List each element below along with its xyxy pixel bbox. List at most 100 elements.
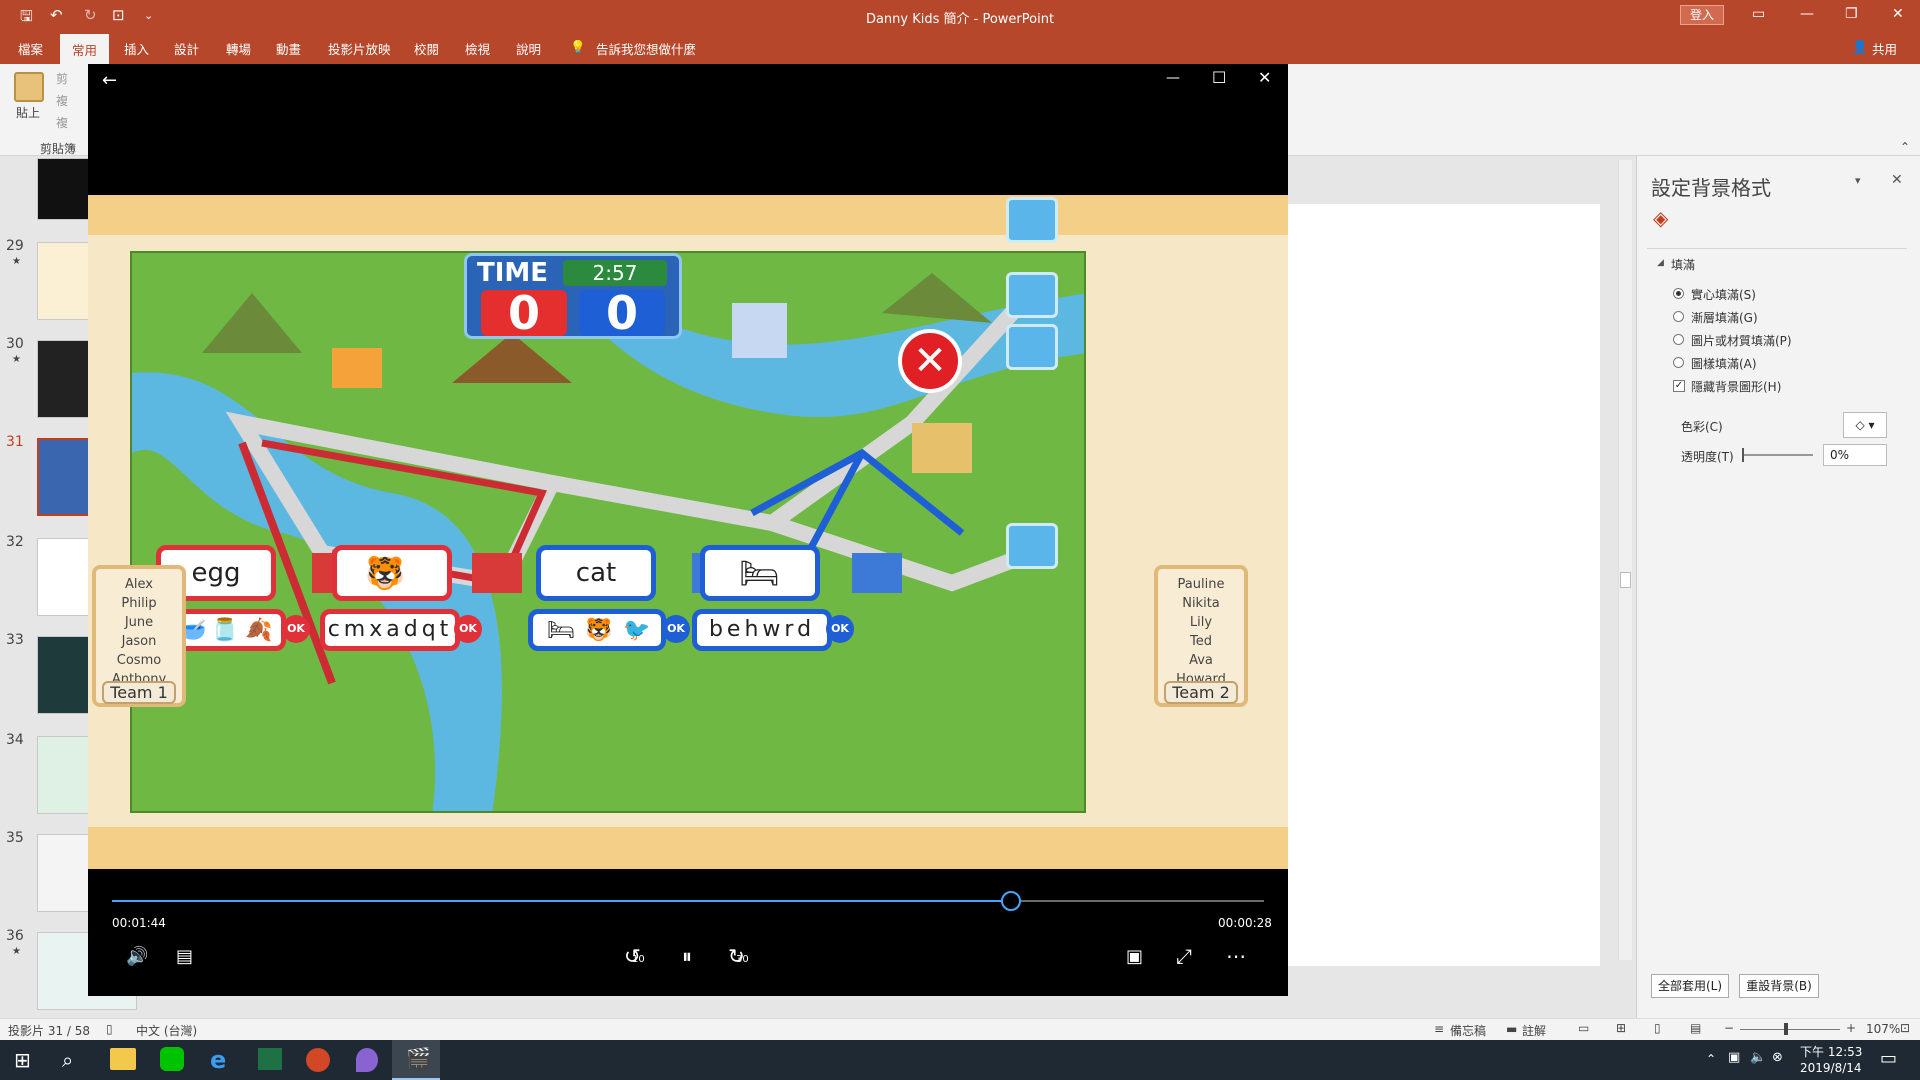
- expand-triangle-icon[interactable]: ◢: [1657, 258, 1664, 268]
- captions-icon[interactable]: ▤: [176, 946, 193, 967]
- reading-view-icon[interactable]: ▯: [1654, 1021, 1661, 1035]
- maps-app-icon[interactable]: [356, 1048, 378, 1072]
- seek-bar[interactable]: [112, 891, 1264, 911]
- apply-all-button[interactable]: 全部套用(L): [1651, 974, 1729, 998]
- profile-card-icon[interactable]: [1006, 272, 1058, 318]
- ribbon-display-icon[interactable]: ▭: [1752, 6, 1765, 22]
- file-explorer-icon[interactable]: [110, 1048, 136, 1070]
- forward-30-button[interactable]: ↻ 30: [728, 944, 749, 968]
- back-arrow-icon[interactable]: ←: [102, 70, 117, 91]
- fit-slide-icon[interactable]: ⊡: [1900, 1021, 1910, 1035]
- tab-insert[interactable]: 插入: [124, 39, 149, 58]
- search-icon[interactable]: ⌕: [62, 1048, 73, 1072]
- tab-home[interactable]: 常用: [60, 34, 110, 64]
- scroll-thumb[interactable]: [1620, 572, 1631, 588]
- blue-letters-card[interactable]: behwrd: [692, 609, 832, 651]
- line-app-icon[interactable]: [160, 1047, 184, 1071]
- excel-icon[interactable]: [258, 1048, 282, 1070]
- powerpoint-icon[interactable]: [306, 1048, 330, 1072]
- pane-close-icon[interactable]: ✕: [1891, 172, 1903, 188]
- tab-design[interactable]: 設計: [174, 39, 199, 58]
- radio-solid-fill[interactable]: [1673, 288, 1684, 299]
- movies-app-active[interactable]: 🎬: [392, 1040, 440, 1080]
- zoom-in-icon[interactable]: +: [1846, 1021, 1856, 1035]
- zoom-out-icon[interactable]: −: [1724, 1021, 1734, 1035]
- tab-transitions[interactable]: 轉場: [226, 39, 251, 58]
- home-icon[interactable]: [1006, 523, 1058, 569]
- red-letters-card[interactable]: cmxadqt: [320, 609, 460, 651]
- player-minimize-icon[interactable]: —: [1166, 70, 1180, 86]
- network-icon[interactable]: ▣: [1728, 1050, 1740, 1065]
- windows-start-icon[interactable]: ⊞: [14, 1048, 31, 1072]
- action-center-icon[interactable]: ▭: [1880, 1048, 1897, 1069]
- blue-picture-card[interactable]: 🛏: [700, 545, 820, 601]
- tab-animations[interactable]: 動畫: [276, 39, 301, 58]
- more-options-icon[interactable]: ⋯: [1226, 944, 1246, 968]
- format-painter-button[interactable]: 複: [56, 114, 68, 131]
- red-ok-button[interactable]: OK: [282, 615, 310, 643]
- normal-view-icon[interactable]: ▭: [1578, 1021, 1589, 1035]
- player-close-icon[interactable]: ✕: [1258, 68, 1271, 87]
- hide-bg-checkbox[interactable]: ✓: [1673, 380, 1685, 392]
- blue-ok-button[interactable]: OK: [662, 615, 690, 643]
- zoom-slider-handle[interactable]: [1784, 1023, 1788, 1035]
- seek-thumb[interactable]: [1000, 891, 1021, 911]
- comments-button[interactable]: 註解: [1522, 1022, 1546, 1039]
- pause-icon[interactable]: ⏸: [682, 944, 692, 968]
- transparency-slider[interactable]: [1742, 448, 1813, 462]
- volume-icon[interactable]: 🔊: [126, 946, 148, 967]
- tab-file[interactable]: 檔案: [18, 39, 43, 58]
- tell-me-search[interactable]: 告訴我您想做什麼: [596, 39, 696, 58]
- slider-handle[interactable]: [1742, 448, 1744, 462]
- spellcheck-icon[interactable]: ▯: [106, 1022, 113, 1036]
- tab-help[interactable]: 說明: [516, 39, 541, 58]
- notes-button[interactable]: 備忘稿: [1450, 1022, 1486, 1039]
- language-label[interactable]: 中文 (台灣): [136, 1022, 197, 1039]
- settings-gear-icon[interactable]: [1006, 197, 1058, 243]
- tray-app-icon[interactable]: ⊗: [1772, 1050, 1783, 1065]
- team-member: Philip: [121, 596, 157, 611]
- restore-icon[interactable]: ❐: [1845, 6, 1858, 22]
- edge-browser-icon[interactable]: e: [210, 1046, 226, 1074]
- slide-canvas[interactable]: [1260, 204, 1600, 966]
- paste-button[interactable]: 貼上: [16, 104, 40, 121]
- fullscreen-icon[interactable]: ⤢: [1176, 944, 1192, 968]
- gamepad-icon[interactable]: [1006, 324, 1058, 370]
- radio-gradient-fill[interactable]: [1673, 311, 1684, 322]
- zoom-slider[interactable]: [1740, 1023, 1840, 1035]
- fill-bucket-icon[interactable]: ◈: [1653, 206, 1668, 230]
- share-button[interactable]: 共用: [1872, 39, 1897, 58]
- blue-ok-button[interactable]: OK: [826, 615, 854, 643]
- pane-options-icon[interactable]: ▾: [1855, 174, 1861, 187]
- player-maximize-icon[interactable]: ☐: [1212, 68, 1226, 87]
- radio-pattern-fill[interactable]: [1673, 357, 1684, 368]
- copy-button[interactable]: 複: [56, 92, 68, 109]
- red-ok-button[interactable]: OK: [454, 615, 482, 643]
- minimize-icon[interactable]: —: [1800, 6, 1814, 22]
- volume-tray-icon[interactable]: 🔈: [1750, 1050, 1766, 1065]
- tab-slideshow[interactable]: 投影片放映: [328, 39, 391, 58]
- mini-view-icon[interactable]: ▣: [1126, 946, 1143, 967]
- tray-chevron-icon[interactable]: ⌃: [1706, 1052, 1716, 1066]
- fill-section-header[interactable]: 填滿: [1671, 256, 1695, 273]
- clipboard-paste-icon[interactable]: [14, 72, 44, 102]
- vertical-scrollbar[interactable]: [1618, 160, 1632, 960]
- close-icon[interactable]: ✕: [1892, 6, 1904, 22]
- red-picture-card[interactable]: 🐯: [332, 545, 452, 601]
- tab-review[interactable]: 校閱: [414, 39, 439, 58]
- ribbon-tabs: 檔案 常用 插入 設計 轉場 動畫 投影片放映 校閱 檢視 說明 💡 告訴我您想…: [0, 32, 1920, 64]
- signin-button[interactable]: 登入: [1680, 5, 1724, 25]
- reset-background-button[interactable]: 重設背景(B): [1739, 974, 1819, 998]
- cut-button[interactable]: 剪: [56, 70, 68, 87]
- collapse-ribbon-icon[interactable]: ⌃: [1900, 140, 1910, 154]
- slideshow-view-icon[interactable]: ▤: [1690, 1021, 1701, 1035]
- slide-sorter-icon[interactable]: ⊞: [1616, 1021, 1626, 1035]
- transparency-input[interactable]: 0%: [1823, 444, 1887, 466]
- color-picker-button[interactable]: ◇ ▾: [1843, 412, 1887, 438]
- tab-view[interactable]: 檢視: [465, 39, 490, 58]
- rewind-10-button[interactable]: ↺ 10: [624, 944, 645, 968]
- blue-picture-options[interactable]: 🛏 🐯 🐦: [528, 609, 666, 651]
- zoom-level[interactable]: 107%: [1866, 1022, 1900, 1036]
- blue-word-card[interactable]: cat: [536, 545, 656, 601]
- radio-picture-fill[interactable]: [1673, 334, 1684, 345]
